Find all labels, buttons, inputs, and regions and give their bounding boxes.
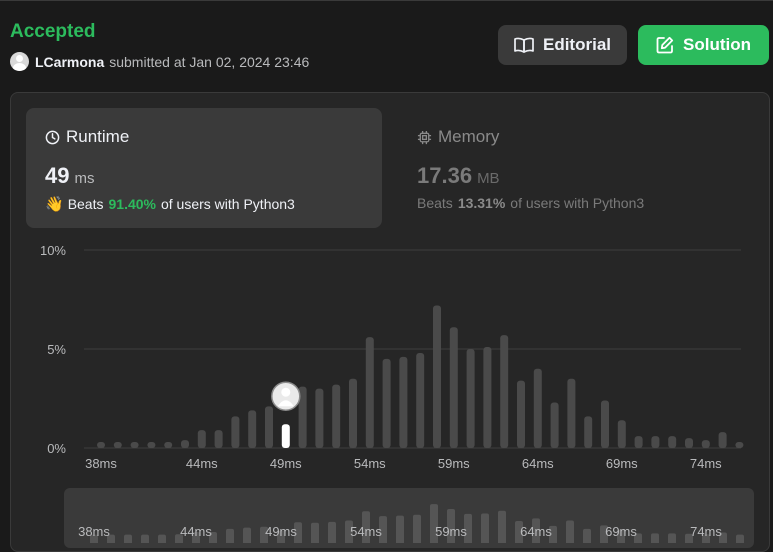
bar xyxy=(181,440,189,448)
bar xyxy=(113,442,122,448)
bar xyxy=(433,305,441,448)
bar xyxy=(147,442,156,448)
navigator-tick-label: 59ms xyxy=(435,524,467,539)
navigator-bar xyxy=(328,521,336,543)
y-tick-label: 0% xyxy=(47,441,66,456)
bar xyxy=(735,442,744,448)
navigator-bar xyxy=(226,528,234,543)
navigator-bar xyxy=(736,534,744,543)
navigator-bar xyxy=(311,522,319,543)
bar xyxy=(231,416,240,448)
navigator-bar xyxy=(413,514,421,543)
x-tick-label: 49ms xyxy=(270,456,302,471)
navigator-bar xyxy=(243,527,251,543)
bar xyxy=(567,378,576,448)
bar xyxy=(584,416,593,448)
navigator-bar xyxy=(141,534,149,543)
navigator-tick-label: 38ms xyxy=(78,524,110,539)
navigator-bar xyxy=(668,533,676,543)
navigator-tick-label: 74ms xyxy=(690,524,722,539)
navigator-tick-label: 69ms xyxy=(605,524,637,539)
bar xyxy=(382,358,391,448)
x-tick-label: 44ms xyxy=(186,456,218,471)
navigator-bar xyxy=(566,520,574,543)
bar xyxy=(332,384,341,448)
bar xyxy=(315,388,324,448)
bar xyxy=(634,436,643,448)
bar xyxy=(601,400,609,448)
selected-bar xyxy=(281,424,290,448)
x-tick-label: 59ms xyxy=(438,456,470,471)
navigator-bar xyxy=(124,534,132,543)
bar xyxy=(651,436,660,448)
selected-bar-avatar[interactable] xyxy=(271,381,301,411)
bar xyxy=(466,349,475,448)
bar xyxy=(701,440,710,448)
x-tick-label: 64ms xyxy=(522,456,554,471)
bar xyxy=(365,337,374,448)
y-tick-label: 5% xyxy=(47,342,66,357)
x-tick-label: 74ms xyxy=(690,456,722,471)
navigator-bar xyxy=(158,534,166,543)
navigator-tick-label: 44ms xyxy=(180,524,212,539)
navigator-tick-label: 49ms xyxy=(265,524,297,539)
bar xyxy=(483,347,492,448)
bar xyxy=(197,430,206,448)
bar xyxy=(164,442,173,448)
x-tick-label: 38ms xyxy=(85,456,117,471)
navigator-tick-label: 54ms xyxy=(350,524,382,539)
bar xyxy=(130,442,139,448)
bar xyxy=(248,410,257,448)
bar xyxy=(349,378,357,448)
bar xyxy=(668,436,677,448)
runtime-distribution-chart: 0% 5% 10% 38ms 44ms 49ms 54ms 59ms 64ms 69ms 74ms 3… xyxy=(40,243,744,543)
bar xyxy=(416,352,425,448)
x-tick-label: 54ms xyxy=(354,456,386,471)
navigator-bar xyxy=(498,510,506,543)
bar xyxy=(500,335,509,448)
navigator-tick-label: 64ms xyxy=(520,524,552,539)
bar xyxy=(550,402,559,448)
bar xyxy=(449,327,458,448)
bar xyxy=(685,438,693,448)
x-tick-label: 69ms xyxy=(606,456,638,471)
navigator-bar xyxy=(583,528,591,543)
bar xyxy=(617,420,626,448)
bar xyxy=(265,406,273,448)
bar xyxy=(533,368,542,448)
navigator-bar xyxy=(481,513,489,543)
bar xyxy=(97,442,105,448)
navigator-bar xyxy=(396,515,404,543)
navigator-bar xyxy=(651,533,659,543)
bar xyxy=(399,356,408,448)
bar xyxy=(517,380,525,448)
bar xyxy=(214,430,223,448)
bar xyxy=(718,432,727,448)
y-tick-label: 10% xyxy=(40,243,66,258)
